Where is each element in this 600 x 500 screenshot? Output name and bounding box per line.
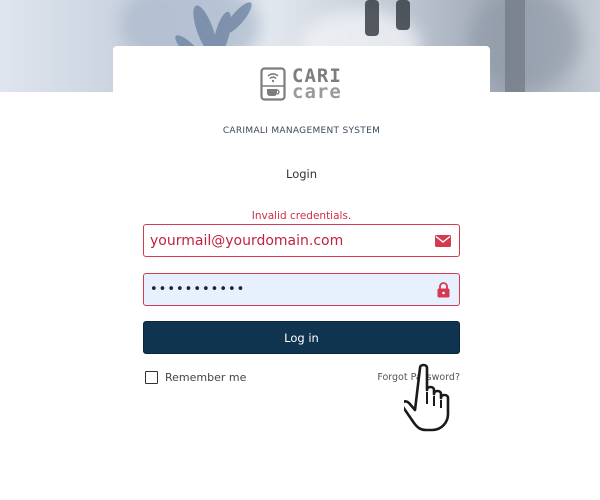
coffee-machine-icon xyxy=(260,67,286,101)
system-title: CARIMALI MANAGEMENT SYSTEM xyxy=(222,126,381,136)
email-input[interactable] xyxy=(144,225,427,256)
password-input[interactable] xyxy=(144,274,427,305)
envelope-icon xyxy=(427,225,459,256)
remember-me-label: Remember me xyxy=(165,371,247,384)
brand-logo: CARI care xyxy=(260,66,342,102)
remember-me[interactable]: Remember me xyxy=(145,371,246,384)
error-message: Invalid credentials. xyxy=(251,210,352,222)
logo-line-2: care xyxy=(292,81,342,103)
login-button[interactable]: Log in xyxy=(143,321,460,354)
password-field-wrapper xyxy=(143,273,460,306)
email-field-wrapper xyxy=(143,224,460,257)
hand-pointer-icon xyxy=(404,363,450,432)
logo-wordmark: CARI care xyxy=(292,67,342,103)
remember-me-checkbox[interactable] xyxy=(145,371,158,384)
page-title: Login xyxy=(285,167,318,181)
lock-icon xyxy=(427,274,459,305)
